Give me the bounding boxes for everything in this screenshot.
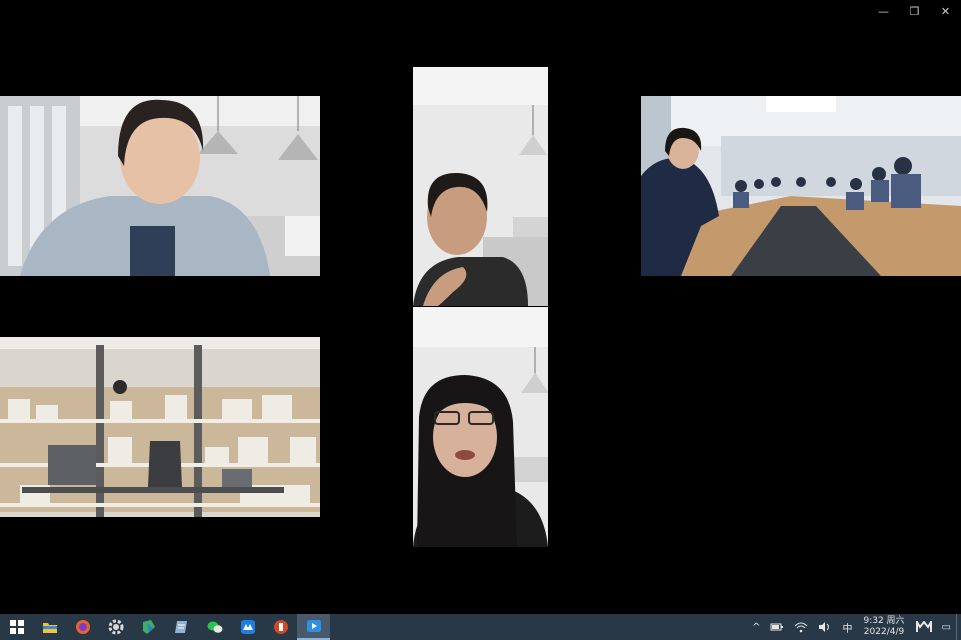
sheets-app-button[interactable] [132, 614, 165, 640]
windows-logo-icon [9, 620, 24, 634]
participant-video-5[interactable] [413, 307, 548, 547]
folder-icon [42, 623, 57, 633]
start-button[interactable] [0, 614, 33, 640]
presentation-icon [273, 620, 288, 634]
clock-date: 2022/4/9 [863, 627, 905, 637]
participant-video-frame [0, 96, 320, 276]
powerpoint-button[interactable] [264, 614, 297, 640]
restore-button[interactable]: ❐ [899, 0, 930, 22]
notification-center-button[interactable]: ▭ [937, 614, 956, 640]
minimize-button[interactable]: — [868, 0, 899, 22]
sheets-icon [142, 620, 155, 634]
system-clock[interactable]: 9:32 周六 2022/4/9 [857, 616, 910, 638]
wechat-button[interactable] [198, 614, 231, 640]
participant-video-frame [641, 96, 961, 276]
participant-video-frame [0, 337, 320, 517]
show-hidden-icons-button[interactable]: ^ [747, 614, 765, 640]
video-player-button[interactable] [297, 614, 330, 640]
system-tray: ^ 中 9:32 周六 2022/4/9 ▭ [747, 614, 961, 640]
widgets-icon[interactable] [911, 614, 937, 640]
participant-video-2[interactable] [413, 67, 548, 306]
participant-video-frame [413, 67, 548, 306]
clock-time: 9:32 周六 [863, 616, 905, 626]
notes-icon [174, 621, 187, 633]
wifi-icon[interactable] [789, 614, 813, 640]
window-controls: — ❐ ✕ [868, 0, 961, 22]
gear-icon [108, 619, 123, 635]
taskbar-apps [0, 614, 330, 640]
firefox-icon [75, 620, 90, 634]
show-desktop-button[interactable] [956, 614, 961, 640]
meeting-app-button[interactable] [231, 614, 264, 640]
notes-app-button[interactable] [165, 614, 198, 640]
meeting-icon [240, 620, 255, 634]
video-player-icon [306, 620, 321, 632]
participant-video-1[interactable] [0, 96, 320, 276]
taskbar: ^ 中 9:32 周六 2022/4/9 ▭ [0, 614, 961, 640]
close-button[interactable]: ✕ [930, 0, 961, 22]
participant-video-3[interactable] [641, 96, 961, 276]
settings-app-button[interactable] [99, 614, 132, 640]
participant-video-4[interactable] [0, 337, 320, 517]
battery-icon[interactable] [765, 614, 789, 640]
volume-icon[interactable] [813, 614, 837, 640]
participant-video-frame [413, 307, 548, 547]
file-explorer-button[interactable] [33, 614, 66, 640]
input-method-indicator[interactable]: 中 [837, 614, 857, 640]
firefox-button[interactable] [66, 614, 99, 640]
wechat-icon [207, 621, 222, 633]
